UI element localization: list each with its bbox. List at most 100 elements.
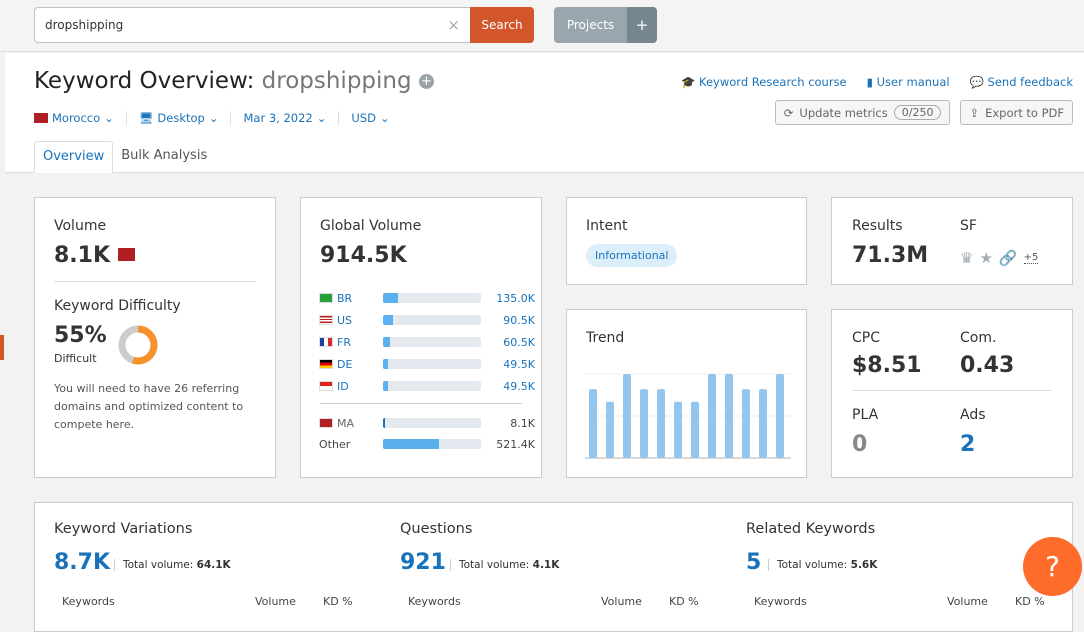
manual-link[interactable]: ▮ User manual xyxy=(867,75,950,89)
col-kd: KD % xyxy=(669,595,699,608)
update-count: 0/250 xyxy=(893,105,942,120)
volume-label: Volume xyxy=(54,218,107,234)
total-volume-value: 4.1K xyxy=(532,559,560,571)
projects-button[interactable]: Projects xyxy=(554,7,627,43)
chevron-down-icon: ⌄ xyxy=(208,111,219,125)
col-kd: KD % xyxy=(323,595,353,608)
intent-badge: Informational xyxy=(586,244,678,267)
kd-value: 55% xyxy=(54,323,107,348)
total-volume-label: Total volume: xyxy=(123,559,194,571)
star-icon: ★ xyxy=(979,249,993,267)
trend-chart xyxy=(585,373,791,459)
kd-label: Keyword Difficulty xyxy=(54,298,181,314)
country-row: FR 60.5K xyxy=(319,335,535,349)
br-flag-icon xyxy=(319,293,333,303)
country-volume: 8.1K xyxy=(510,416,535,430)
col-volume: Volume xyxy=(947,595,988,608)
help-button[interactable]: ? xyxy=(1023,537,1082,596)
top-bar: × Search Projects + xyxy=(0,0,1084,52)
country-code[interactable]: ID xyxy=(337,380,367,393)
total-volume-value: 5.6K xyxy=(850,559,878,571)
add-icon[interactable]: + xyxy=(418,74,434,89)
trend-card: Trend xyxy=(566,309,807,478)
search-button[interactable]: Search xyxy=(470,7,534,43)
country-volume: 49.5K xyxy=(503,379,535,393)
trend-bar xyxy=(725,374,733,458)
volume-bar xyxy=(383,381,481,391)
cpc-label: CPC xyxy=(852,330,880,346)
section-count[interactable]: 5 xyxy=(746,550,761,575)
crown-icon: ♛ xyxy=(960,249,974,267)
results-value: 71.3M xyxy=(852,243,929,268)
section-title[interactable]: Related Keywords xyxy=(746,521,875,537)
export-icon: ⇪ xyxy=(969,105,980,120)
country-code[interactable]: FR xyxy=(337,336,367,349)
trend-bar xyxy=(657,389,665,458)
feedback-link[interactable]: 💬 Send feedback xyxy=(970,75,1073,89)
volume-value: 8.1K xyxy=(54,243,135,268)
cpc-card: CPC $8.51 Com. 0.43 PLA 0 Ads 2 xyxy=(831,309,1073,478)
country-code[interactable]: BR xyxy=(337,292,367,305)
cpc-value: $8.51 xyxy=(852,353,922,378)
col-kd: KD % xyxy=(1015,595,1045,608)
search-box[interactable]: × xyxy=(34,7,471,43)
chevron-down-icon: ⌄ xyxy=(104,111,114,125)
total-volume-label: Total volume: xyxy=(459,559,530,571)
trend-bar xyxy=(708,374,716,458)
volume-number: 8.1K xyxy=(54,243,111,268)
total-volume-label: Total volume: xyxy=(777,559,848,571)
trend-bar xyxy=(589,389,597,458)
country-select[interactable]: Morocco ⌄ xyxy=(34,111,126,125)
volume-bar xyxy=(383,359,481,369)
country-code[interactable]: US xyxy=(337,314,367,327)
side-indicator xyxy=(0,335,4,360)
com-label: Com. xyxy=(960,330,997,346)
kd-note: You will need to have 26 referring domai… xyxy=(54,382,244,431)
morocco-flag-icon xyxy=(34,113,48,123)
export-label: Export to PDF xyxy=(985,105,1064,120)
search-input[interactable] xyxy=(45,18,435,32)
global-volume-value: 914.5K xyxy=(320,243,407,268)
trend-bar xyxy=(674,401,682,458)
kd-level: Difficult xyxy=(54,352,97,365)
close-icon[interactable]: × xyxy=(447,16,460,34)
trend-bar xyxy=(742,389,750,458)
tab-bulk-analysis[interactable]: Bulk Analysis xyxy=(113,141,215,173)
intent-label: Intent xyxy=(586,218,628,234)
us-flag-icon xyxy=(319,315,333,325)
section-title[interactable]: Questions xyxy=(400,521,472,537)
trend-bar xyxy=(640,389,648,458)
section-count[interactable]: 921 xyxy=(400,550,446,575)
tab-overview[interactable]: Overview xyxy=(34,141,114,173)
device-select[interactable]: 🖥 Desktop ⌄ xyxy=(125,111,231,125)
date-select[interactable]: Mar 3, 2022 ⌄ xyxy=(230,111,338,125)
section-title[interactable]: Keyword Variations xyxy=(54,521,192,537)
divider xyxy=(852,390,1052,391)
question-icon: ? xyxy=(1045,550,1060,583)
title-text: Keyword Overview: xyxy=(34,68,255,94)
country-label: Morocco xyxy=(52,111,101,125)
total-volume: Total volume: 64.1K xyxy=(114,559,231,571)
add-project-button[interactable]: + xyxy=(627,7,657,43)
title-keyword: dropshipping xyxy=(261,68,412,94)
results-card: Results 71.3M SF ♛ ★ 🔗 +5 xyxy=(831,197,1073,285)
export-pdf-button[interactable]: ⇪ Export to PDF xyxy=(960,100,1073,125)
currency-select[interactable]: USD ⌄ xyxy=(338,111,401,125)
update-metrics-button[interactable]: ⟳ Update metrics 0/250 xyxy=(774,100,951,125)
country-row: MA 8.1K xyxy=(319,416,535,430)
volume-bar xyxy=(383,439,481,449)
total-volume: Total volume: 5.6K xyxy=(768,559,877,571)
fr-flag-icon xyxy=(319,337,333,347)
trend-bar xyxy=(691,401,699,458)
country-volume: 49.5K xyxy=(503,357,535,371)
sf-more[interactable]: +5 xyxy=(1023,252,1039,264)
volume-bar xyxy=(383,418,481,428)
desktop-icon: 🖥 xyxy=(138,111,154,125)
country-code[interactable]: DE xyxy=(337,358,367,371)
section-count[interactable]: 8.7K xyxy=(54,550,110,575)
col-keywords: Keywords xyxy=(408,595,461,608)
header: Keyword Overview: dropshipping + Morocco… xyxy=(5,53,1084,173)
course-link[interactable]: 🎓 Keyword Research course xyxy=(681,75,847,89)
actions: ⟳ Update metrics 0/250 ⇪ Export to PDF xyxy=(774,100,1073,125)
country-volume: 135.0K xyxy=(496,291,535,305)
